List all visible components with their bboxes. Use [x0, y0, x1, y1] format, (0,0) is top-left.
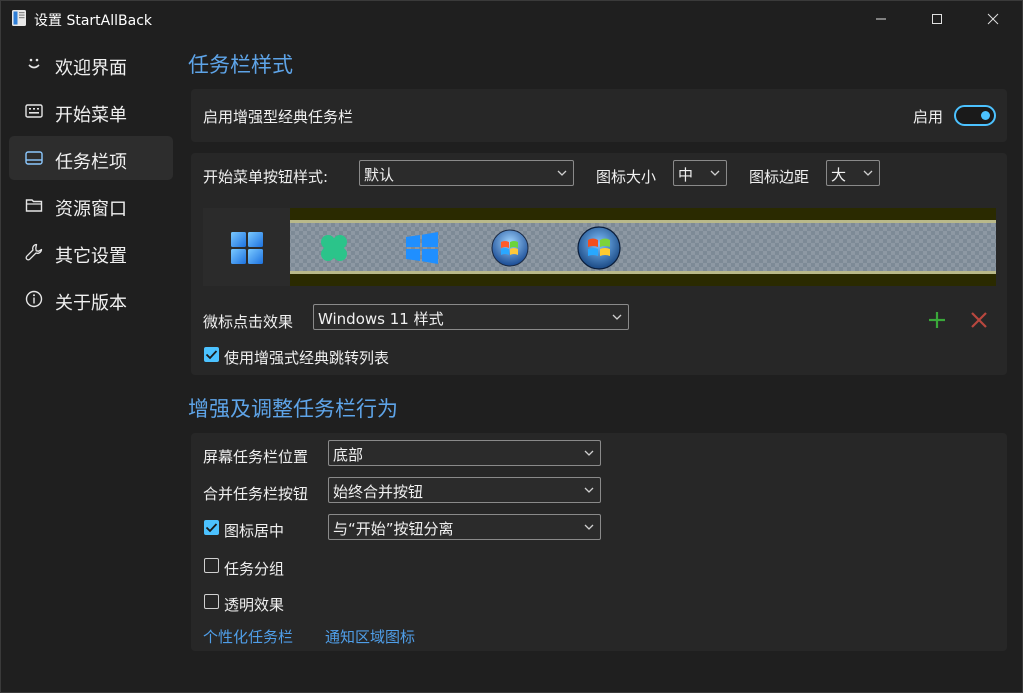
wrench-icon: [25, 243, 43, 261]
sidebar-item-taskbar[interactable]: 任务栏项: [9, 136, 173, 180]
taskbar-position-label: 屏幕任务栏位置: [203, 448, 309, 466]
center-icons-checkbox[interactable]: [204, 520, 219, 535]
taskbar-position-value: 底部: [333, 446, 364, 464]
windows10-start-icon[interactable]: [402, 228, 442, 268]
icon-margin-select[interactable]: 大: [826, 160, 880, 186]
jumplist-checkbox[interactable]: [204, 347, 219, 362]
smiley-icon: [28, 58, 40, 69]
task-grouping-label: 任务分组: [224, 560, 285, 578]
maximize-button[interactable]: [908, 1, 966, 37]
add-icon[interactable]: [927, 310, 947, 330]
minimize-button[interactable]: [852, 1, 910, 37]
sidebar-item-label: 其它设置: [55, 246, 127, 267]
chevron-down-icon: [863, 170, 873, 176]
section-title-taskbar-style: 任务栏样式: [188, 53, 293, 77]
remove-icon[interactable]: [969, 310, 989, 330]
chevron-down-icon: [557, 170, 567, 176]
chevron-down-icon: [584, 450, 594, 456]
taskbar-position-select[interactable]: 底部: [328, 440, 601, 466]
checkmark-icon: [205, 523, 218, 533]
minimize-icon: [876, 18, 886, 20]
enhanced-taskbar-label: 启用增强型经典任务栏: [203, 108, 354, 126]
close-button[interactable]: [964, 1, 1022, 37]
sidebar-item-explorer[interactable]: 资源窗口: [9, 183, 173, 227]
combine-buttons-select[interactable]: 始终合并按钮: [328, 477, 601, 503]
sidebar-item-start-menu[interactable]: 开始菜单: [9, 89, 173, 133]
icon-margin-label: 图标边距: [749, 168, 810, 186]
sidebar-item-label: 开始菜单: [55, 105, 127, 126]
click-effect-select[interactable]: Windows 11 样式: [313, 304, 629, 330]
task-grouping-checkbox[interactable]: [204, 558, 219, 573]
sidebar-item-label: 资源窗口: [55, 199, 127, 220]
icon-size-select[interactable]: 中: [673, 160, 727, 186]
settings-window: 设置 StartAllBack 欢迎界面 开始菜单 任务栏项 资源窗口 其它设置…: [0, 0, 1023, 693]
clover-start-icon[interactable]: [314, 228, 354, 268]
start-button-preview: [203, 208, 996, 286]
enable-toggle[interactable]: [954, 105, 996, 126]
enable-label: 启用: [913, 108, 944, 126]
center-icons-select[interactable]: 与“开始”按钮分离: [328, 514, 601, 540]
start-button-style-value: 默认: [364, 166, 395, 184]
center-icons-value: 与“开始”按钮分离: [333, 520, 454, 538]
personalize-taskbar-link[interactable]: 个性化任务栏: [203, 626, 293, 647]
transparency-checkbox[interactable]: [204, 594, 219, 609]
toggle-knob: [981, 111, 990, 120]
windows11-start-icon[interactable]: [227, 228, 267, 268]
close-icon: [987, 13, 999, 25]
sidebar-item-welcome[interactable]: 欢迎界面: [9, 42, 173, 86]
title-bar[interactable]: 设置 StartAllBack: [1, 1, 1022, 37]
icon-size-label: 图标大小: [596, 168, 657, 186]
start-button-style-label: 开始菜单按钮样式:: [203, 168, 329, 186]
maximize-icon: [932, 14, 942, 24]
sidebar-item-label: 关于版本: [55, 293, 127, 314]
checkmark-icon: [205, 350, 218, 360]
click-effect-value: Windows 11 样式: [318, 310, 444, 328]
chevron-down-icon: [612, 314, 622, 320]
center-icons-label: 图标居中: [224, 522, 285, 540]
chevron-down-icon: [710, 170, 720, 176]
info-icon: [25, 290, 43, 308]
enhanced-taskbar-panel: 启用增强型经典任务栏 启用: [191, 89, 1007, 142]
windows7-start-icon[interactable]: [490, 228, 530, 268]
notification-icons-link[interactable]: 通知区域图标: [325, 626, 415, 647]
vista-start-icon[interactable]: [576, 225, 622, 271]
taskbar-icon: [25, 151, 43, 165]
icon-margin-value: 大: [831, 166, 847, 184]
transparency-label: 透明效果: [224, 596, 285, 614]
keyboard-icon: [25, 104, 43, 118]
start-button-style-select[interactable]: 默认: [359, 160, 574, 186]
sidebar-item-about[interactable]: 关于版本: [9, 277, 173, 321]
combine-buttons-value: 始终合并按钮: [333, 483, 424, 501]
sidebar-item-label: 任务栏项: [55, 152, 127, 173]
click-effect-label: 微标点击效果: [203, 313, 294, 331]
sidebar-item-other[interactable]: 其它设置: [9, 230, 173, 274]
jumplist-label: 使用增强式经典跳转列表: [224, 349, 390, 367]
chevron-down-icon: [584, 524, 594, 530]
folder-icon: [25, 199, 43, 212]
chevron-down-icon: [584, 487, 594, 493]
app-icon: [12, 10, 26, 26]
window-title: 设置 StartAllBack: [34, 13, 152, 29]
section-title-behavior: 增强及调整任务栏行为: [188, 397, 398, 421]
sidebar-item-label: 欢迎界面: [55, 58, 127, 79]
combine-buttons-label: 合并任务栏按钮: [203, 485, 309, 503]
icon-size-value: 中: [678, 166, 694, 184]
